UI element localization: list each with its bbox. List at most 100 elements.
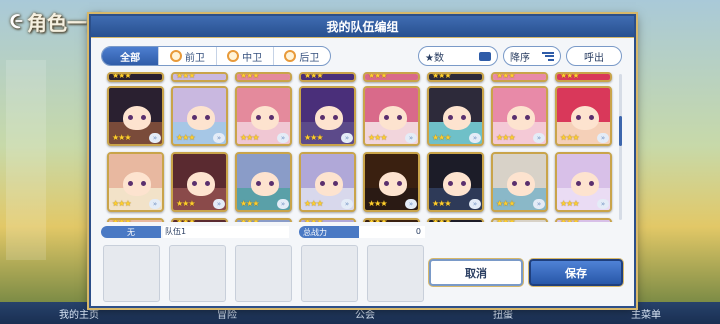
- sort-field-button[interactable]: ★数: [418, 46, 498, 66]
- character-card[interactable]: ★★★»: [427, 72, 484, 82]
- character-card[interactable]: ★★★»: [555, 72, 612, 82]
- toolbar: 全部 前卫 中卫 后卫 ★数 降序 呼出: [101, 46, 624, 66]
- star-rating-icon: ★★★: [560, 199, 579, 208]
- character-card[interactable]: ★★★ »: [107, 152, 164, 212]
- sort-order-button[interactable]: 降序: [503, 46, 561, 66]
- character-eyes: [128, 181, 146, 186]
- scroll-thumb[interactable]: [619, 116, 622, 146]
- character-card[interactable]: ★★★ »: [363, 86, 420, 146]
- character-card[interactable]: ★★★»: [299, 72, 356, 82]
- team-slots: [103, 245, 424, 302]
- rank-icon: »: [341, 199, 353, 209]
- roster-row: ★★★»★★★»★★★»★★★»★★★»★★★»★★★»★★★»: [107, 86, 612, 146]
- background-decoration: [6, 60, 46, 260]
- star-rating-icon: ★★★: [304, 220, 323, 222]
- character-card[interactable]: ★★★»: [299, 86, 356, 146]
- rank-icon: »: [405, 199, 417, 209]
- character-card[interactable]: ★★★»: [363, 218, 420, 222]
- rank-icon: »: [405, 133, 417, 143]
- star-rating-icon: ★★★: [560, 220, 579, 222]
- character-card[interactable]: ★★★ »: [555, 86, 612, 146]
- character-card[interactable]: ★★★»: [235, 72, 292, 82]
- back-role-icon: [284, 50, 297, 62]
- roster-scrollbar[interactable]: [619, 74, 622, 220]
- filter-tab-middle[interactable]: 中卫: [217, 47, 274, 65]
- star-rating-icon: ★★★: [304, 72, 323, 80]
- character-card[interactable]: ★★★»: [555, 218, 612, 222]
- character-card[interactable]: ★★★»: [235, 152, 292, 212]
- character-card[interactable]: ★★★»: [171, 86, 228, 146]
- empty-team-slot[interactable]: [169, 245, 226, 302]
- character-eyes: [512, 115, 530, 120]
- character-card[interactable]: ★★★»: [491, 86, 548, 146]
- position-filter: 全部 前卫 中卫 后卫: [101, 46, 331, 66]
- star-rating-icon: ★★★: [112, 220, 131, 222]
- star-rating-icon: ★★★: [112, 72, 131, 80]
- rank-icon: »: [469, 199, 481, 209]
- character-eyes: [384, 181, 402, 186]
- character-card[interactable]: ★★★»: [107, 72, 164, 82]
- rank-icon: »: [533, 199, 545, 209]
- character-card[interactable]: ★★★»: [171, 72, 228, 82]
- star-rating-icon: ★★★: [176, 133, 195, 142]
- team-edit-dialog: 我的队伍编组 全部 前卫 中卫 后卫 ★数 降序 呼出 ★★★ ★★★ ★★★ …: [89, 14, 636, 308]
- character-eyes: [320, 181, 338, 186]
- character-card[interactable]: ★★★»: [299, 152, 356, 212]
- star-rating-icon: ★★★: [496, 220, 515, 222]
- star-rating-icon: ★★★: [368, 133, 387, 142]
- rank-icon: »: [149, 199, 161, 209]
- filter-tab-back[interactable]: 后卫: [274, 47, 330, 65]
- empty-team-slot[interactable]: [235, 245, 292, 302]
- character-card[interactable]: ★★★»: [427, 152, 484, 212]
- rank-icon: »: [597, 199, 609, 209]
- character-card[interactable]: ★★★»: [363, 152, 420, 212]
- star-rating-icon: ★★★: [560, 72, 579, 80]
- front-role-icon: [169, 50, 182, 62]
- rank-icon: »: [277, 133, 289, 143]
- empty-team-slot[interactable]: [367, 245, 424, 302]
- star-rating-icon: ★★★: [432, 220, 451, 222]
- character-card[interactable]: ★★★»: [171, 218, 228, 222]
- character-card[interactable]: ★★★»: [491, 218, 548, 222]
- character-eyes: [448, 181, 466, 186]
- character-card[interactable]: ★★★»: [107, 86, 164, 146]
- character-eyes: [256, 181, 274, 186]
- character-card[interactable]: ★★★»: [363, 72, 420, 82]
- character-eyes: [320, 115, 338, 120]
- dialog-title: 我的队伍编组: [91, 16, 634, 38]
- character-card[interactable]: ★★★»: [427, 86, 484, 146]
- character-card[interactable]: ★★★»: [427, 218, 484, 222]
- total-power-label: 总战力: [299, 226, 359, 238]
- middle-role-icon: [227, 50, 240, 62]
- character-eyes: [384, 115, 402, 120]
- roster-row: ★★★» ★★★» ★★★» ★★★» ★★★» ★★★» ★★★» ★★★»: [107, 72, 612, 82]
- character-card[interactable]: ★★★ »: [235, 86, 292, 146]
- character-card[interactable]: ★★★»: [491, 72, 548, 82]
- character-card[interactable]: ★★★»: [299, 218, 356, 222]
- empty-team-slot[interactable]: [301, 245, 358, 302]
- star-rating-icon: ★★★: [176, 199, 195, 208]
- empty-team-slot[interactable]: [103, 245, 160, 302]
- swirl-icon: ૯: [10, 8, 24, 34]
- character-card[interactable]: ★★★»: [171, 152, 228, 212]
- star-rating-icon: ★★★: [560, 133, 579, 142]
- character-eyes: [128, 115, 146, 120]
- cancel-button[interactable]: 取消: [429, 259, 523, 286]
- star-rating-icon: ★★★: [240, 220, 259, 222]
- callout-button[interactable]: 呼出: [566, 46, 622, 66]
- rank-icon: »: [597, 133, 609, 143]
- star-rating-icon: ★★★: [112, 199, 131, 208]
- filter-tab-front[interactable]: 前卫: [159, 47, 217, 65]
- star-rating-icon: ★★★: [240, 133, 259, 142]
- character-card[interactable]: ★★★»: [491, 152, 548, 212]
- rank-icon: »: [469, 133, 481, 143]
- star-rating-icon: ★★★: [176, 72, 195, 80]
- character-card[interactable]: ★★★»: [107, 218, 164, 222]
- character-card[interactable]: ★★★ »: [555, 152, 612, 212]
- character-card[interactable]: ★★★»: [235, 218, 292, 222]
- filter-tab-all[interactable]: 全部: [102, 47, 160, 65]
- save-button[interactable]: 保存: [529, 259, 623, 286]
- star-rating-icon: ★★★: [176, 220, 195, 222]
- team-label: 无: [101, 226, 161, 238]
- rank-icon: »: [341, 133, 353, 143]
